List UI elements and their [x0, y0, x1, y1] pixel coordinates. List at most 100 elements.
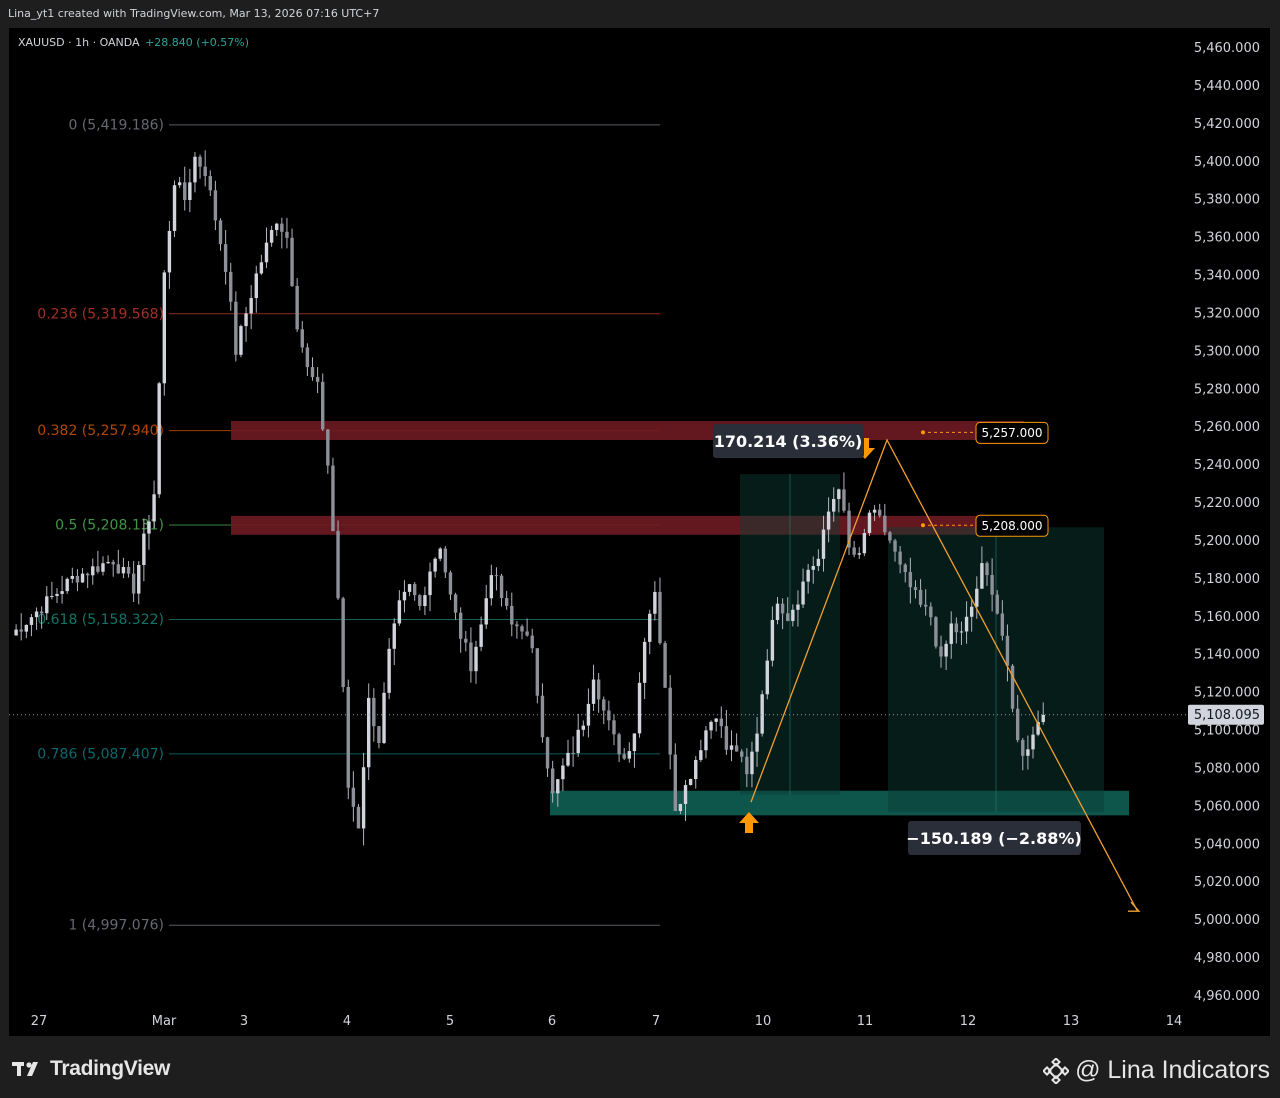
- candle-body: [239, 326, 243, 355]
- candle-body: [515, 624, 519, 627]
- candle-body: [949, 623, 953, 644]
- candle-body: [929, 606, 933, 618]
- price-tick-label: 5,440.000: [1194, 79, 1260, 94]
- fib-label: 0.382 (5,257.940): [37, 423, 164, 439]
- chart-pane[interactable]: 0 (5,419.186) 0.236 (5,319.568) 0.382 (5,2…: [9, 28, 1270, 1036]
- candle-body: [724, 726, 729, 750]
- candle-body: [990, 575, 994, 595]
- candle-body: [351, 787, 356, 807]
- tradingview-logo-icon: [12, 1062, 38, 1076]
- candle-body: [80, 573, 85, 583]
- candle-body: [714, 718, 718, 722]
- candle-body: [780, 603, 785, 614]
- price-tick-label: 5,400.000: [1194, 155, 1260, 170]
- fib-label: 0.786 (5,087.407): [37, 746, 164, 762]
- candle-body: [85, 573, 90, 576]
- time-tick-label: Mar: [152, 1014, 177, 1029]
- candle-body: [60, 591, 64, 594]
- candle-body: [535, 648, 540, 696]
- candle-body: [1026, 749, 1030, 756]
- fib-label: 0 (5,419.186): [68, 117, 164, 133]
- candle-body: [152, 494, 156, 522]
- symbol-legend[interactable]: XAUUSD · 1h · OANDA +28.840 (+0.57%): [18, 36, 249, 49]
- candle-body: [167, 230, 172, 273]
- time-tick-label: 7: [652, 1014, 660, 1029]
- price-chart[interactable]: 0 (5,419.186) 0.236 (5,319.568) 0.382 (5,2…: [9, 28, 1270, 1036]
- candle-body: [617, 734, 621, 755]
- candle-body: [203, 166, 207, 176]
- candle-body: [157, 383, 161, 495]
- candle-body: [1000, 613, 1005, 636]
- candle-body: [857, 553, 861, 555]
- candle-body: [24, 624, 29, 632]
- measure-down-label: −150.189 (−2.88%): [906, 829, 1081, 848]
- candle-body: [50, 595, 54, 597]
- candle-body: [305, 347, 310, 368]
- candle-body: [1015, 708, 1020, 741]
- candle-body: [484, 598, 488, 625]
- candle-body: [397, 600, 402, 624]
- candle-body: [172, 185, 177, 231]
- time-tick-label: 4: [343, 1014, 351, 1029]
- candle-body: [198, 156, 202, 167]
- candle-body: [331, 465, 335, 532]
- candle-body: [510, 605, 514, 625]
- candle-body: [668, 687, 672, 755]
- candle-body: [704, 730, 708, 751]
- candle-body: [75, 575, 80, 583]
- price-tick-label: 5,340.000: [1194, 269, 1260, 284]
- candle-body: [525, 631, 529, 636]
- fib-label: 1 (4,997.076): [68, 918, 164, 934]
- snapshot-credit: Lina_yt1 created with TradingView.com, M…: [8, 7, 380, 20]
- candle-body: [1021, 740, 1025, 756]
- candle-body: [745, 756, 749, 775]
- price-tick-label: 5,240.000: [1194, 458, 1260, 473]
- candle-body: [137, 565, 141, 594]
- candle-body: [254, 273, 258, 298]
- candle-body: [448, 572, 453, 595]
- candle-body: [826, 511, 831, 530]
- candle-body: [694, 759, 698, 779]
- candle-body: [55, 593, 59, 596]
- price-tick-label: 5,420.000: [1194, 117, 1260, 132]
- candle-body: [428, 571, 432, 596]
- candle-body: [637, 682, 642, 734]
- candle-body: [443, 548, 448, 573]
- candle-body: [571, 752, 575, 754]
- price-tick-label: 5,320.000: [1194, 306, 1260, 321]
- candle-body: [275, 223, 279, 231]
- candle-body: [893, 540, 897, 552]
- symbol-info: XAUUSD · 1h · OANDA: [18, 36, 140, 49]
- candle-body: [392, 623, 396, 649]
- candle-body: [591, 679, 596, 704]
- candle-body: [760, 694, 764, 734]
- candle-body: [995, 594, 999, 614]
- candle-body: [188, 182, 192, 201]
- candle-body: [147, 521, 151, 534]
- candle-body: [1010, 665, 1015, 709]
- candle-body: [729, 745, 734, 750]
- candle-body: [842, 489, 846, 511]
- price-tick-label: 5,040.000: [1194, 837, 1260, 852]
- candle-body: [734, 745, 739, 752]
- candle-body: [70, 575, 75, 579]
- candle-body: [607, 710, 611, 721]
- candle-body: [934, 617, 938, 647]
- tradingview-logo: TradingView: [12, 1056, 170, 1082]
- candle-body: [433, 558, 437, 572]
- candle-body: [622, 754, 626, 759]
- candle-body: [356, 806, 361, 829]
- candle-body: [959, 631, 964, 633]
- candle-body: [249, 297, 253, 314]
- time-tick-label: 5: [446, 1014, 454, 1029]
- candle-body: [489, 575, 494, 599]
- candle-body: [418, 595, 422, 606]
- candle-body: [550, 768, 555, 794]
- candle-body: [101, 563, 105, 572]
- time-tick-label: 14: [1166, 1014, 1183, 1029]
- price-tick-label: 5,020.000: [1194, 875, 1260, 890]
- level-tag-label: 5,257.000: [981, 426, 1042, 440]
- candle-body: [177, 182, 182, 186]
- candle-body: [1041, 714, 1045, 723]
- watermark-text: @ Lina Indicators: [1075, 1056, 1270, 1084]
